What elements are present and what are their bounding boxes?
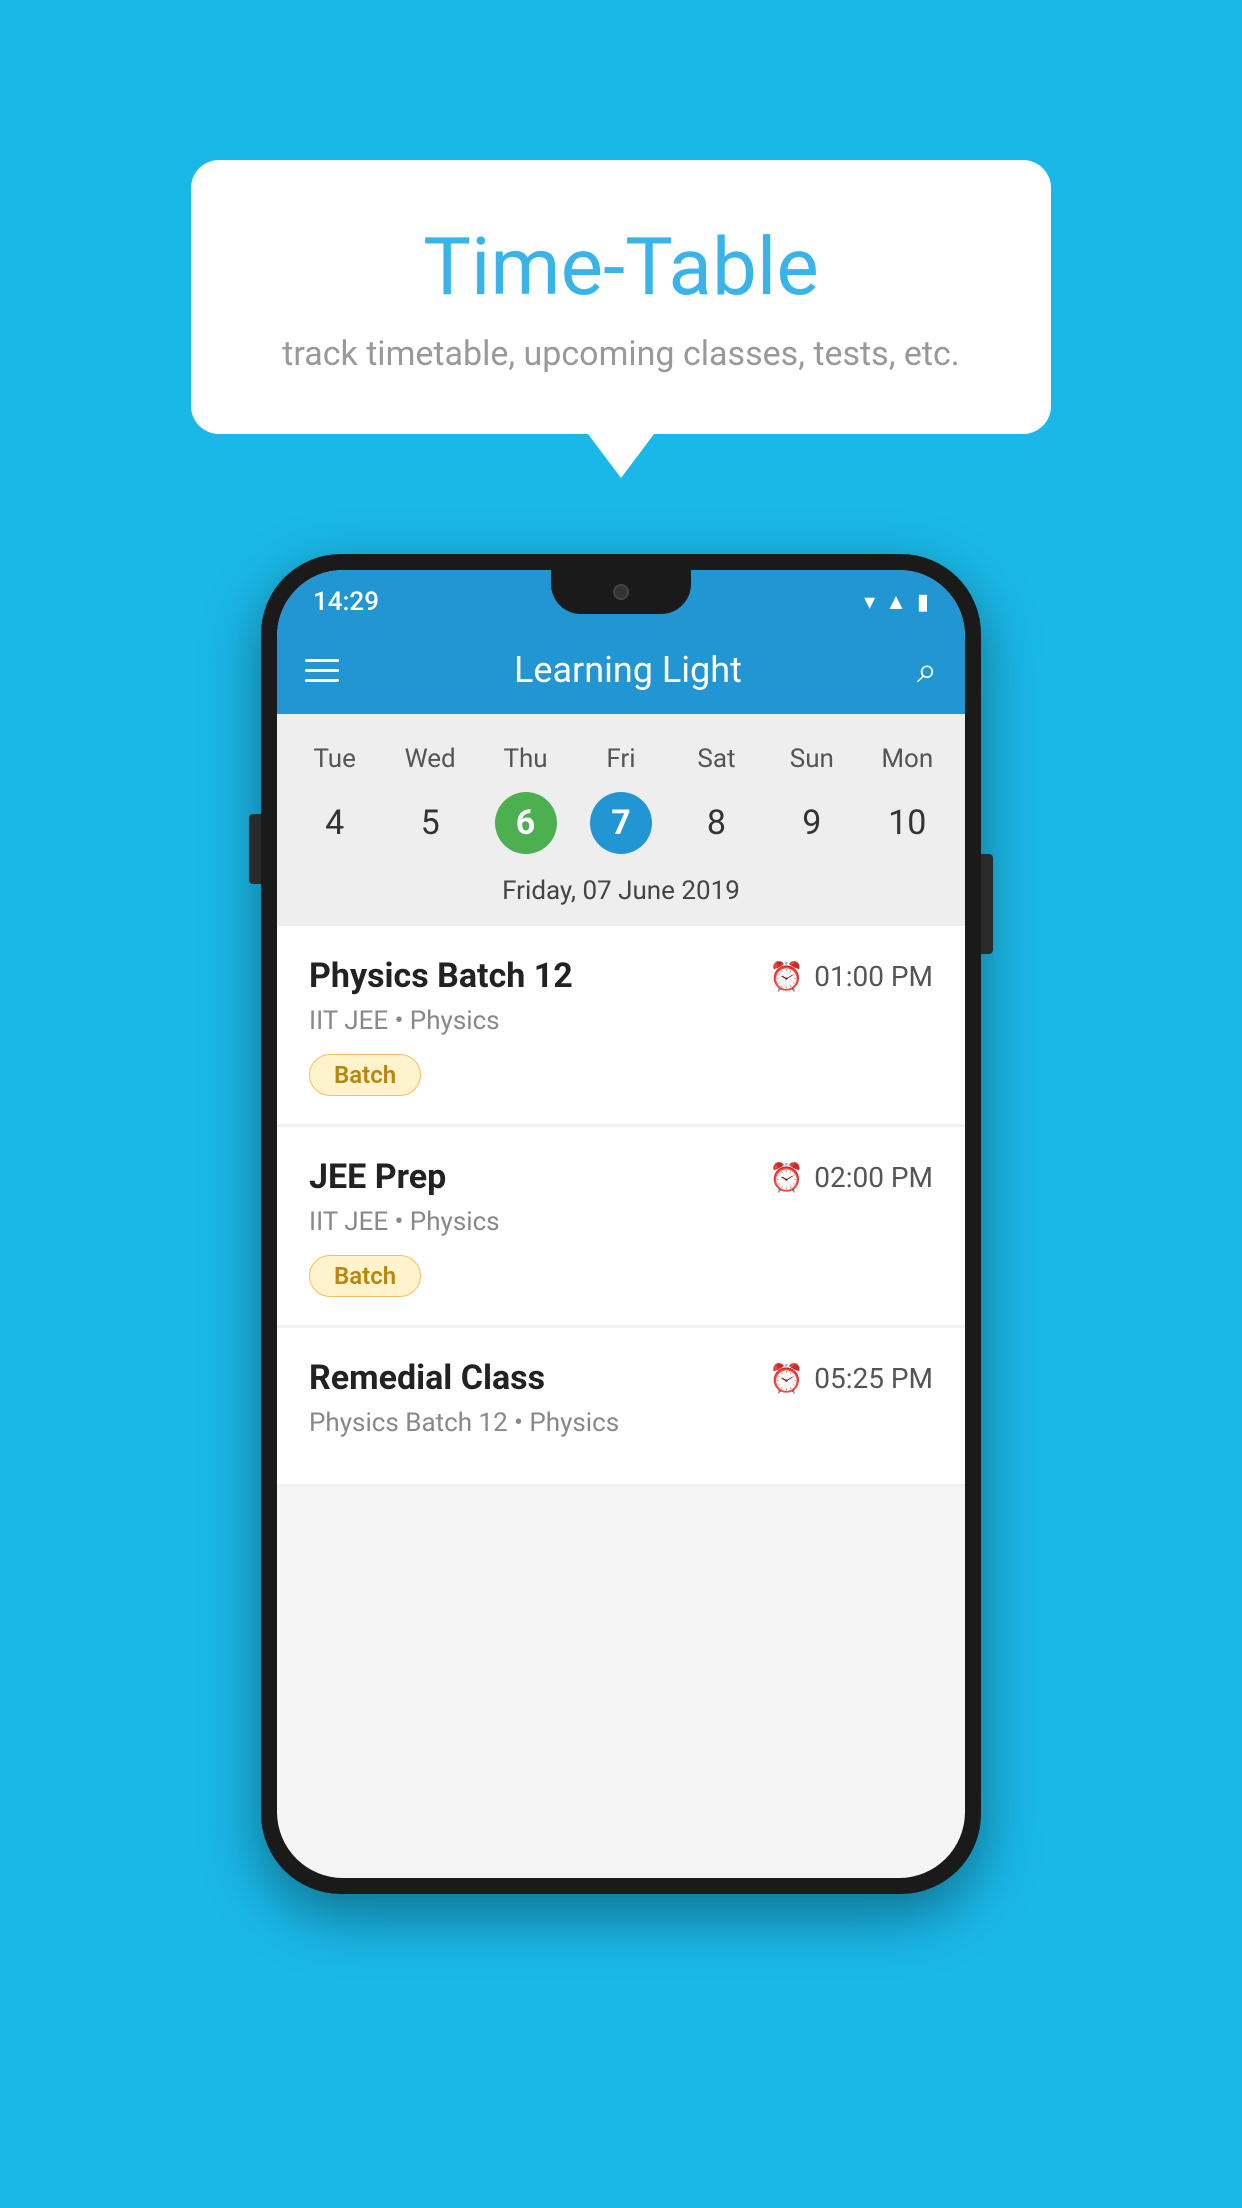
class-item-1[interactable]: Physics Batch 12 ⏰ 01:00 PM IIT JEE • Ph…	[277, 926, 965, 1124]
day-4[interactable]: 4	[304, 792, 366, 854]
app-title: Learning Light	[514, 649, 742, 691]
class-1-name: Physics Batch 12	[309, 956, 573, 996]
phone-inner: 14:29 ▾ ▲ ▮ Learning Light ⌕	[277, 570, 965, 1878]
status-time: 14:29	[313, 587, 379, 617]
phone-outer: 14:29 ▾ ▲ ▮ Learning Light ⌕	[261, 554, 981, 1894]
clock-icon-1: ⏰	[769, 960, 804, 993]
search-icon[interactable]: ⌕	[917, 649, 937, 692]
phone-notch	[551, 570, 691, 614]
day-5[interactable]: 5	[399, 792, 461, 854]
day-9[interactable]: 9	[781, 792, 843, 854]
day-mon: Mon	[860, 734, 955, 784]
day-tue: Tue	[287, 734, 382, 784]
class-1-time: ⏰ 01:00 PM	[769, 960, 933, 993]
bubble-title: Time-Table	[271, 220, 971, 314]
camera-dot	[613, 584, 629, 600]
day-wed: Wed	[382, 734, 477, 784]
phone-mockup: 14:29 ▾ ▲ ▮ Learning Light ⌕	[261, 554, 981, 1894]
class-3-time-value: 05:25 PM	[814, 1362, 933, 1395]
status-icons: ▾ ▲ ▮	[864, 589, 929, 615]
class-1-time-value: 01:00 PM	[814, 960, 933, 993]
calendar-strip: Tue Wed Thu Fri Sat Sun Mon 4 5 6 7 8 9 …	[277, 714, 965, 926]
day-sun: Sun	[764, 734, 859, 784]
class-1-badge: Batch	[309, 1054, 421, 1096]
day-sat: Sat	[669, 734, 764, 784]
days-numbers: 4 5 6 7 8 9 10	[277, 784, 965, 862]
day-8[interactable]: 8	[685, 792, 747, 854]
day-thu: Thu	[478, 734, 573, 784]
day-6-today[interactable]: 6	[495, 792, 557, 854]
app-bar: Learning Light ⌕	[277, 626, 965, 714]
day-fri: Fri	[573, 734, 668, 784]
class-2-badge: Batch	[309, 1255, 421, 1297]
days-header: Tue Wed Thu Fri Sat Sun Mon	[277, 734, 965, 784]
class-2-time-value: 02:00 PM	[814, 1161, 933, 1194]
class-list: Physics Batch 12 ⏰ 01:00 PM IIT JEE • Ph…	[277, 926, 965, 1487]
class-3-detail: Physics Batch 12 • Physics	[309, 1408, 933, 1438]
class-item-1-header: Physics Batch 12 ⏰ 01:00 PM	[309, 956, 933, 996]
class-item-3-header: Remedial Class ⏰ 05:25 PM	[309, 1358, 933, 1398]
class-3-time: ⏰ 05:25 PM	[769, 1362, 933, 1395]
day-10[interactable]: 10	[876, 792, 938, 854]
class-item-2[interactable]: JEE Prep ⏰ 02:00 PM IIT JEE • Physics Ba…	[277, 1127, 965, 1325]
hamburger-menu-icon[interactable]	[305, 659, 339, 682]
clock-icon-2: ⏰	[769, 1161, 804, 1194]
class-item-2-header: JEE Prep ⏰ 02:00 PM	[309, 1157, 933, 1197]
class-2-time: ⏰ 02:00 PM	[769, 1161, 933, 1194]
speech-bubble-container: Time-Table track timetable, upcoming cla…	[191, 160, 1051, 434]
class-1-detail: IIT JEE • Physics	[309, 1006, 933, 1036]
selected-date-label: Friday, 07 June 2019	[277, 862, 965, 926]
class-3-name: Remedial Class	[309, 1358, 545, 1398]
clock-icon-3: ⏰	[769, 1362, 804, 1395]
battery-icon: ▮	[917, 590, 929, 615]
class-2-detail: IIT JEE • Physics	[309, 1207, 933, 1237]
signal-icon: ▲	[885, 589, 907, 615]
class-item-3[interactable]: Remedial Class ⏰ 05:25 PM Physics Batch …	[277, 1328, 965, 1484]
day-7-selected[interactable]: 7	[590, 792, 652, 854]
speech-bubble: Time-Table track timetable, upcoming cla…	[191, 160, 1051, 434]
bubble-subtitle: track timetable, upcoming classes, tests…	[271, 334, 971, 374]
class-2-name: JEE Prep	[309, 1157, 446, 1197]
wifi-icon: ▾	[864, 590, 875, 615]
